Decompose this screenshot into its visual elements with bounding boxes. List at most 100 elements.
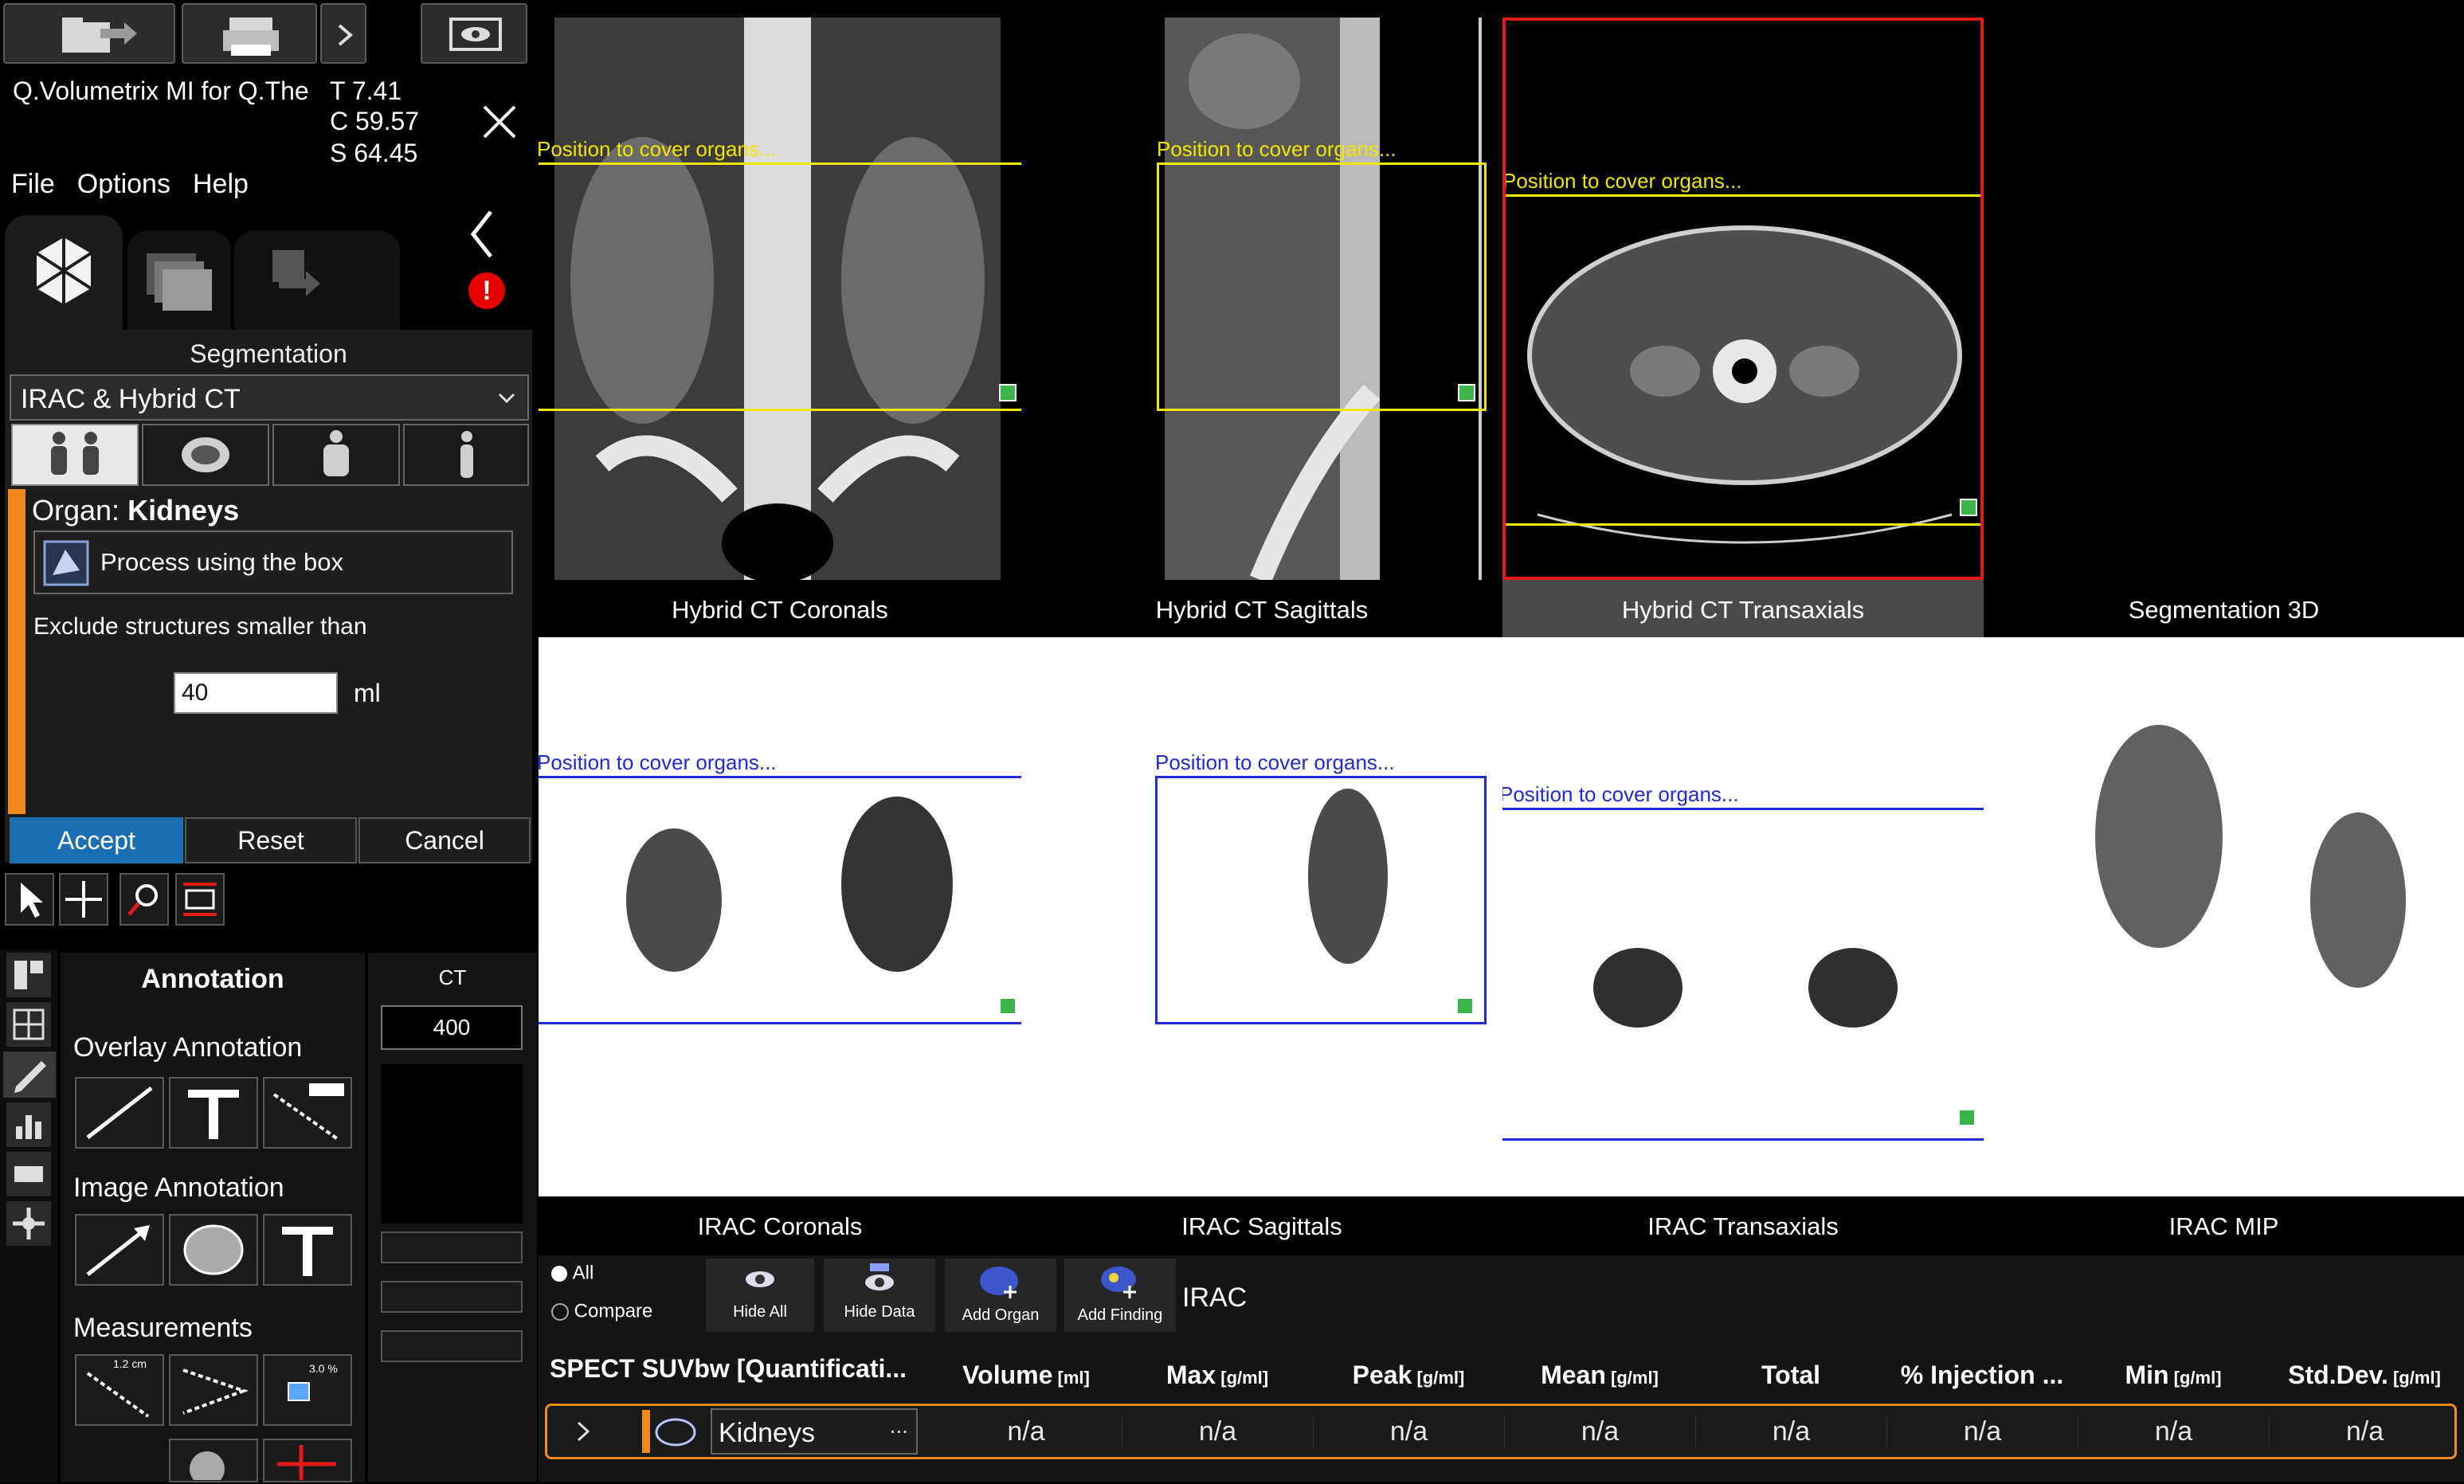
load-button[interactable] [3, 3, 175, 64]
irac-mip-viewport[interactable] [1984, 637, 2464, 1198]
ct-sagittal-box[interactable] [1157, 162, 1487, 411]
reset-button[interactable]: Reset [185, 817, 357, 863]
measure-target-tool[interactable] [263, 1439, 352, 1482]
distance-tag: 1.2 cm [113, 1357, 147, 1370]
row-more-button[interactable]: ... [890, 1413, 908, 1439]
collapse-panel-button[interactable] [462, 204, 503, 264]
overlay-ruler-tool[interactable] [263, 1077, 352, 1149]
process-box-icon [43, 540, 89, 586]
measure-angle-tool[interactable] [169, 1354, 258, 1426]
ct-coronal-box[interactable] [539, 162, 1021, 411]
brain-icon [182, 437, 229, 472]
overlay-line-tool[interactable] [75, 1077, 164, 1149]
ct-slider-1[interactable] [381, 1231, 523, 1263]
menu-options[interactable]: Options [77, 169, 170, 199]
irac-coronal-viewport[interactable]: Position to cover organs... [539, 637, 1021, 1198]
image-arrow-tool[interactable] [75, 1214, 164, 1286]
hide-data-button[interactable]: Hide Data [824, 1259, 935, 1332]
segmentation-3d-caption: Segmentation 3D [1984, 580, 2464, 640]
add-organ-button[interactable]: Add Organ [945, 1259, 1056, 1332]
zoom-tool[interactable] [119, 873, 169, 926]
radio-all[interactable]: All [551, 1262, 593, 1285]
side-layout-button[interactable] [6, 953, 51, 997]
preset-select[interactable]: IRAC & Hybrid CT [10, 374, 529, 421]
irac-transaxial-viewport[interactable]: Position to cover organs... [1502, 637, 1984, 1198]
image-text-tool[interactable] [263, 1214, 352, 1286]
image-region-tool[interactable] [169, 1214, 258, 1286]
column-header[interactable]: Volume [ml] [930, 1361, 1122, 1390]
menu-help[interactable]: Help [193, 169, 249, 199]
panel-icon [14, 1166, 43, 1182]
eye-icon [746, 1271, 774, 1287]
side-annotate-button[interactable] [3, 1051, 56, 1098]
ct-transaxial-caption: Hybrid CT Transaxials [1502, 580, 1984, 640]
folder-arrow-icon [62, 18, 137, 53]
segmentation-3d-viewport[interactable] [1984, 18, 2464, 580]
ct-transaxial-check[interactable] [1960, 499, 1977, 516]
radio-all-label: All [572, 1262, 594, 1284]
crosshair-tool[interactable] [59, 873, 108, 926]
ct-slider-2[interactable] [381, 1281, 523, 1313]
ct-transaxial-viewport[interactable]: Position to cover organs... [1502, 18, 1984, 580]
tab-export[interactable] [234, 231, 400, 331]
ct-value-field[interactable]: 400 [381, 1005, 523, 1050]
pointer-tool[interactable] [5, 873, 54, 926]
accept-button[interactable]: Accept [10, 817, 183, 863]
exclude-size-input[interactable] [174, 672, 338, 714]
irac-transaxial-check[interactable] [1958, 1109, 1976, 1126]
side-move-button[interactable] [6, 1201, 51, 1246]
irac-transaxial-box[interactable] [1502, 808, 1984, 1141]
irac-sagittal-box[interactable] [1155, 776, 1487, 1024]
side-stats-button[interactable] [6, 1102, 51, 1147]
ct-coronal-viewport[interactable]: Position to cover organs... [539, 18, 1021, 580]
print-button[interactable] [182, 3, 317, 64]
region-whole-body-button[interactable] [11, 424, 139, 486]
irac-coronal-check[interactable] [999, 997, 1017, 1015]
column-header[interactable]: % Injection ... [1886, 1361, 2078, 1390]
side-panel-button[interactable] [6, 1152, 51, 1196]
column-header-name: Total [1761, 1361, 1821, 1389]
close-button[interactable] [476, 100, 523, 145]
row-expand-button[interactable] [558, 1410, 609, 1453]
region-side-button[interactable] [403, 424, 529, 486]
window-level-tool[interactable] [175, 873, 225, 926]
table-cell: n/a [1313, 1416, 1504, 1447]
row-organ-field[interactable]: Kidneys ... [711, 1408, 918, 1455]
column-header[interactable]: Min [g/ml] [2078, 1361, 2269, 1390]
tab-images[interactable] [127, 231, 231, 331]
column-header[interactable]: Peak [g/ml] [1313, 1361, 1504, 1390]
measure-roi-tool[interactable]: 3.0 % [263, 1354, 352, 1426]
tab-segmentation[interactable] [5, 215, 123, 335]
column-header[interactable]: Std.Dev. [g/ml] [2269, 1361, 2460, 1390]
expand-toolbar-button[interactable] [320, 3, 366, 64]
overlay-text-tool[interactable] [169, 1077, 258, 1149]
column-header[interactable]: Mean [g/ml] [1504, 1361, 1695, 1390]
ct-coronal-check[interactable] [999, 384, 1017, 401]
display-settings-button[interactable] [421, 3, 527, 64]
column-header[interactable]: Total [1695, 1361, 1886, 1390]
measure-sphere-tool[interactable] [169, 1439, 258, 1484]
measure-distance-tool[interactable]: 1.2 cm [75, 1354, 164, 1426]
cancel-button[interactable]: Cancel [358, 817, 531, 863]
region-torso-button[interactable] [272, 424, 400, 486]
region-head-button[interactable] [142, 424, 269, 486]
add-finding-button[interactable]: Add Finding [1064, 1259, 1176, 1332]
process-box-button[interactable]: Process using the box [33, 531, 513, 594]
ct-transaxial-box[interactable] [1506, 194, 1980, 526]
hide-all-button[interactable]: Hide All [706, 1259, 814, 1332]
ct-sagittal-viewport[interactable]: Position to cover organs... [1021, 18, 1502, 580]
irac-coronal-box[interactable] [539, 776, 1021, 1024]
irac-sagittal-viewport[interactable]: Position to cover organs... [1021, 637, 1502, 1198]
annotation-title: Annotation [141, 964, 284, 994]
radio-compare-dot [551, 1302, 569, 1321]
ct-slider-3[interactable] [381, 1330, 523, 1362]
radio-compare[interactable]: Compare [551, 1300, 652, 1323]
ct-sagittal-check[interactable] [1458, 384, 1475, 401]
organ-prefix: Organ: [32, 494, 120, 527]
side-grid-button[interactable] [6, 1002, 51, 1047]
irac-sagittal-check[interactable] [1456, 997, 1474, 1015]
sphere-icon [190, 1451, 225, 1484]
irac-mip-caption: IRAC MIP [1984, 1196, 2464, 1257]
column-header[interactable]: Max [g/ml] [1122, 1361, 1313, 1390]
menu-file[interactable]: File [11, 169, 55, 199]
